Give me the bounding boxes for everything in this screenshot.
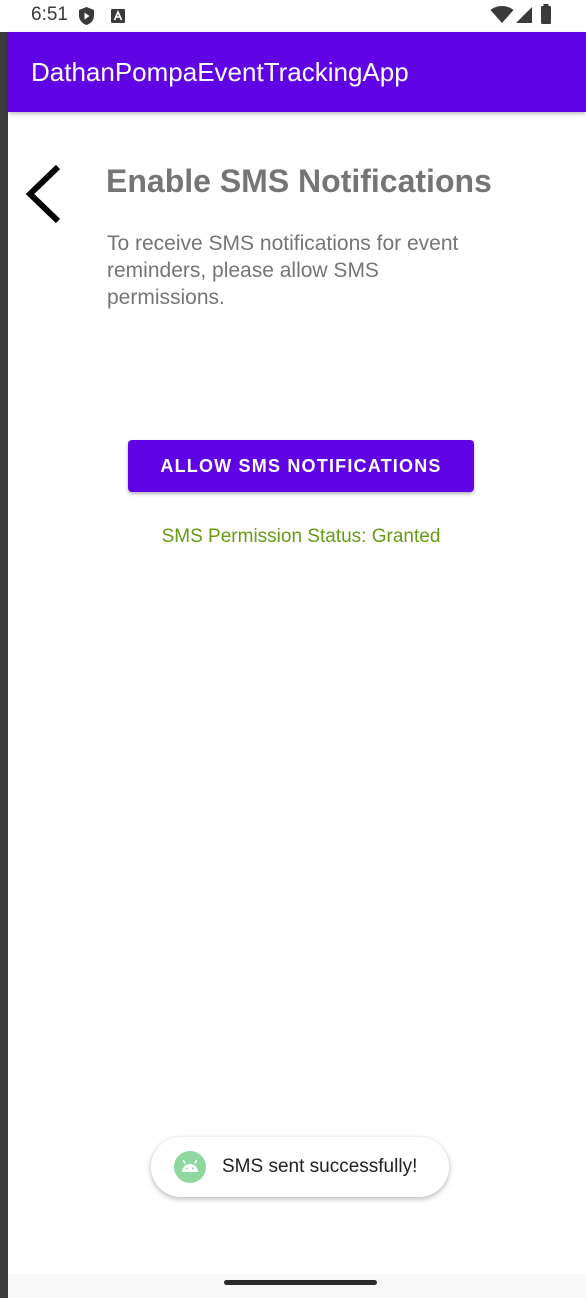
signal-icon bbox=[516, 7, 532, 23]
battery-icon bbox=[541, 4, 551, 24]
wifi-icon bbox=[490, 6, 514, 23]
shield-play-icon bbox=[79, 7, 94, 25]
permission-status-text: SMS Permission Status: Granted bbox=[161, 526, 441, 547]
page-description: To receive SMS notifications for event r… bbox=[107, 232, 459, 309]
app-title: DathanPompaEventTrackingApp bbox=[31, 57, 409, 87]
chevron-left-icon[interactable] bbox=[22, 162, 66, 226]
app-bar: DathanPompaEventTrackingApp bbox=[8, 32, 586, 112]
android-robot-icon bbox=[174, 1151, 206, 1183]
gesture-handle-icon[interactable] bbox=[224, 1280, 377, 1285]
toast-message: SMS sent successfully! bbox=[222, 1156, 418, 1177]
allow-sms-notifications-button[interactable]: ALLOW SMS NOTIFICATIONS bbox=[128, 440, 474, 492]
screen-edge bbox=[0, 32, 8, 1298]
status-bar: 6:51 bbox=[0, 0, 586, 32]
toast: SMS sent successfully! bbox=[151, 1137, 449, 1197]
navigation-bar bbox=[8, 1274, 586, 1298]
page-title: Enable SMS Notifications bbox=[106, 163, 492, 199]
font-a-icon bbox=[111, 9, 125, 23]
status-time: 6:51 bbox=[31, 4, 68, 25]
